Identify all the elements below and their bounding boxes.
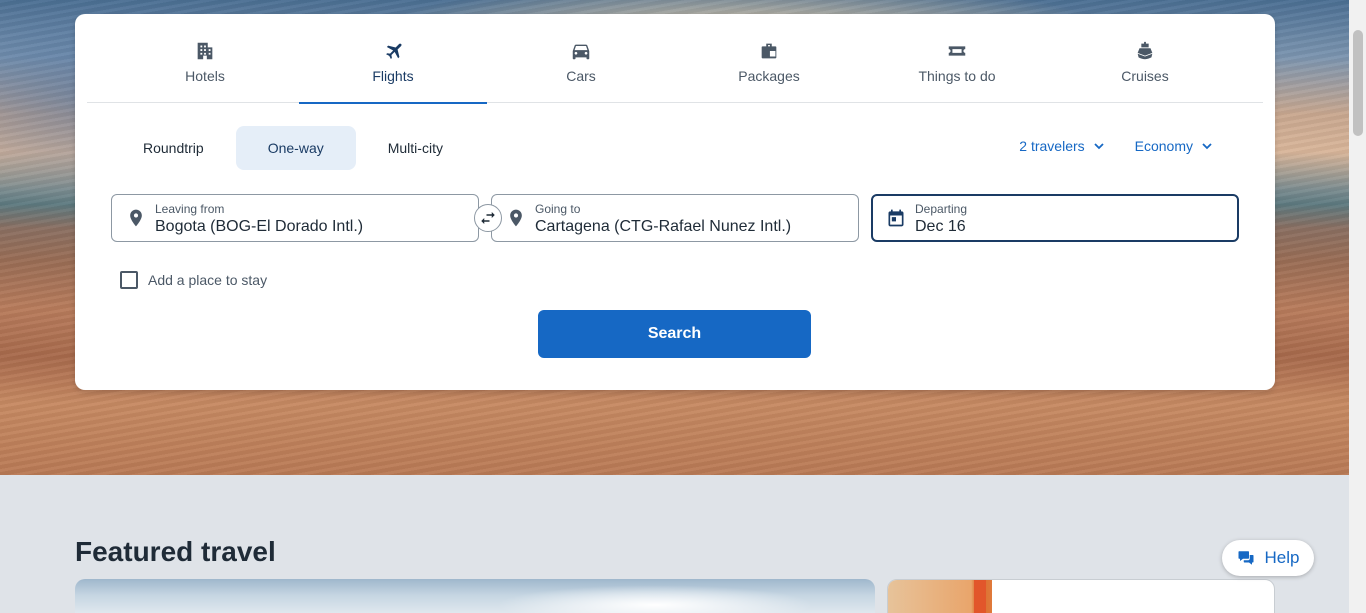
add-stay-checkbox[interactable] [120,271,138,289]
swap-locations-button[interactable] [474,204,502,232]
search-card: Hotels Flights Cars Packages Things to d… [75,14,1275,390]
chevron-down-icon [1094,143,1104,150]
cabin-class-label: Economy [1134,138,1193,154]
travelers-label: 2 travelers [1019,138,1085,154]
departing-label: Departing [915,202,968,216]
add-stay-option: Add a place to stay [120,271,267,289]
chat-bubbles-icon [1238,551,1254,565]
calendar-icon [888,209,904,227]
trip-one-way[interactable]: One-way [235,126,356,170]
scrollbar-thumb[interactable] [1353,30,1363,136]
tab-label: Cars [566,68,596,84]
departing-value: Dec 16 [915,218,966,235]
tab-label: Flights [372,68,414,84]
help-button[interactable]: Help [1222,540,1314,576]
add-stay-label[interactable]: Add a place to stay [148,272,267,288]
trip-roundtrip[interactable]: Roundtrip [111,126,236,170]
hotel-icon [197,42,213,60]
ship-icon [1137,41,1153,60]
departing-date-field[interactable]: Departing Dec 16 [871,194,1239,242]
suitcase-icon [761,43,777,59]
tab-label: Cruises [1121,68,1169,84]
location-pin-icon [510,209,522,227]
featured-travel-heading: Featured travel [75,536,276,567]
trip-options: 2 travelers Economy [1019,138,1213,154]
featured-card-thumbnail [888,580,992,613]
car-icon [572,44,590,60]
trip-multi-city[interactable]: Multi-city [356,126,475,170]
going-to-label: Going to [535,202,581,216]
featured-card-image[interactable] [75,579,875,613]
tab-cars[interactable]: Cars [487,14,675,103]
going-to-field[interactable]: Going to Cartagena (CTG-Rafael Nunez Int… [491,194,859,242]
tab-things-to-do[interactable]: Things to do [863,14,1051,103]
ticket-icon [948,46,966,56]
featured-card[interactable] [887,579,1275,613]
plane-icon [386,43,402,59]
cabin-class-dropdown[interactable]: Economy [1135,138,1213,154]
swap-arrows-icon [481,212,495,224]
travelers-dropdown[interactable]: 2 travelers [1019,138,1104,154]
tab-label: Packages [738,68,800,84]
location-pin-icon [130,209,142,227]
leaving-from-value: Bogota (BOG-El Dorado Intl.) [155,218,364,235]
page-scrollbar[interactable] [1349,0,1366,613]
tab-packages[interactable]: Packages [675,14,863,103]
trip-type-selector: Roundtrip One-way Multi-city [111,126,475,170]
tab-hotels[interactable]: Hotels [111,14,299,103]
tab-label: Things to do [918,68,996,84]
tab-cruises[interactable]: Cruises [1051,14,1239,103]
chevron-down-icon [1202,143,1212,150]
tab-flights[interactable]: Flights [299,14,487,104]
going-to-value: Cartagena (CTG-Rafael Nunez Intl.) [535,218,792,235]
product-tabs: Hotels Flights Cars Packages Things to d… [87,14,1263,104]
search-button[interactable]: Search [538,310,811,358]
leaving-from-label: Leaving from [155,202,225,216]
leaving-from-field[interactable]: Leaving from Bogota (BOG-El Dorado Intl.… [111,194,479,242]
tab-label: Hotels [185,68,225,84]
help-label: Help [1264,548,1300,567]
